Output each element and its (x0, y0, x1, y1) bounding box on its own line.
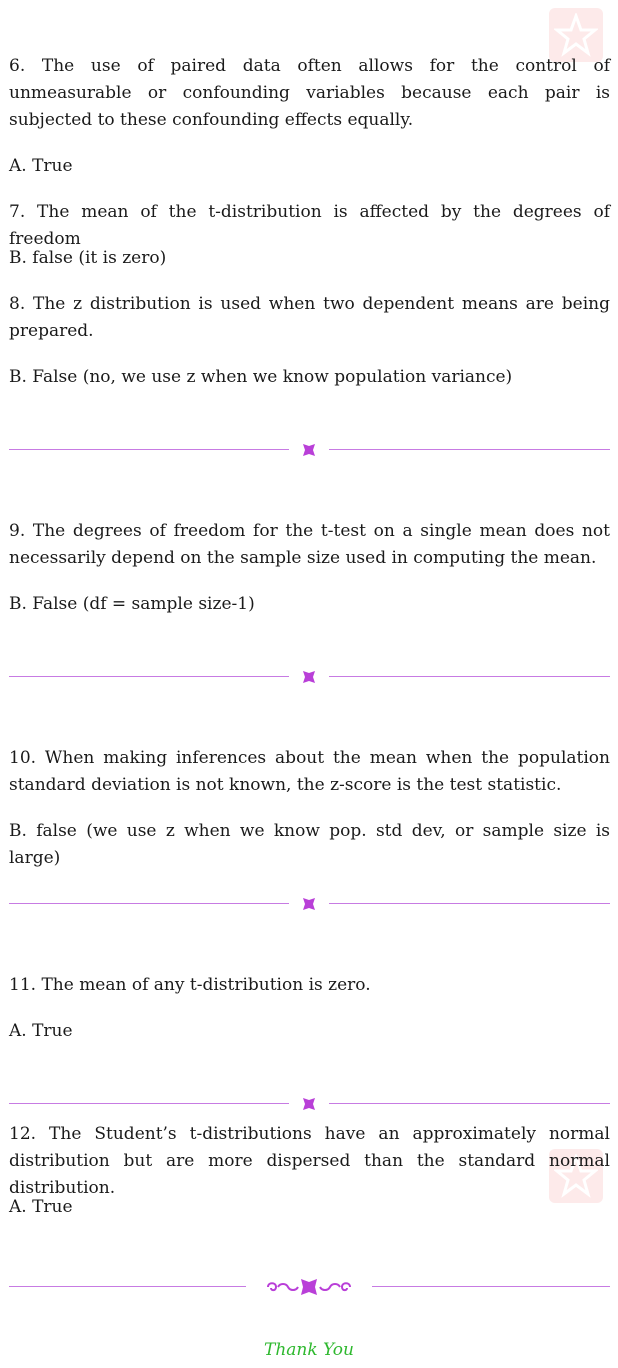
question-11: 11. The mean of any t-distribution is ze… (9, 975, 371, 995)
answer-6: A. True (9, 156, 73, 176)
thank-you-text: Thank You (263, 1340, 354, 1360)
answer-7: B. false (it is zero) (9, 248, 167, 268)
section-divider (9, 1096, 610, 1112)
question-12: 12. The Student’s t-distributions have a… (9, 1124, 610, 1198)
section-divider (9, 669, 610, 685)
answer-8: B. False (no, we use z when we know popu… (9, 367, 513, 387)
answer-12: A. True (9, 1197, 73, 1217)
section-divider (9, 442, 610, 458)
flower-ornament-icon (303, 671, 315, 683)
section-divider (9, 896, 610, 912)
closing-divider (9, 1276, 610, 1298)
flower-ornament-icon (303, 898, 315, 910)
answer-9: B. False (df = sample size-1) (9, 594, 255, 614)
answer-10: B. false (we use z when we know pop. std… (9, 821, 610, 868)
flower-ornament-icon (303, 444, 315, 456)
flower-ornament-icon (303, 1098, 315, 1110)
scroll-ornament-icon (267, 1279, 351, 1295)
question-10: 10. When making inferences about the mea… (9, 748, 610, 795)
answer-11: A. True (9, 1021, 73, 1041)
question-8: 8. The z distribution is used when two d… (9, 294, 610, 341)
question-6: 6. The use of paired data often allows f… (9, 56, 610, 130)
question-9: 9. The degrees of freedom for the t-test… (9, 521, 610, 568)
